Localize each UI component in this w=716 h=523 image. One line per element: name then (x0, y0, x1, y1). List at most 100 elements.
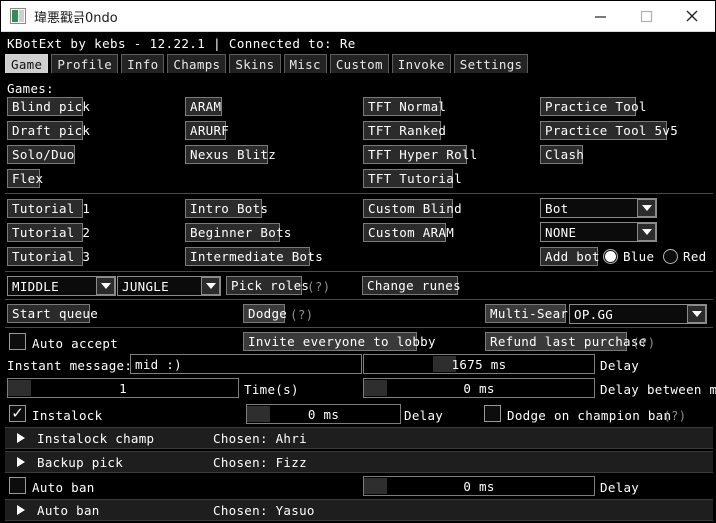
refund-help-icon[interactable]: (?) (632, 335, 655, 350)
delay-between-msg-slider[interactable]: 0 ms (363, 378, 595, 398)
connection-status-text: KBotExt by kebs - 12.22.1 | Connected to… (7, 35, 356, 51)
chevron-right-icon[interactable] (17, 433, 25, 443)
tab-misc[interactable]: Misc (283, 54, 327, 73)
invite-everyone-button[interactable]: Invite everyone to lobby (243, 332, 436, 351)
bot-champion-dropdown-value: Bot (545, 200, 569, 216)
instant-message-input[interactable]: mid :) (130, 354, 362, 374)
dodge-button[interactable]: Dodge (243, 304, 287, 323)
pick-roles-help-icon[interactable]: (?) (307, 279, 330, 294)
tab-invoke[interactable]: Invoke (391, 54, 451, 73)
queue-button-clash[interactable]: Clash (540, 145, 584, 164)
pick-roles-button[interactable]: Pick roles (226, 276, 309, 295)
multi-search-button[interactable]: Multi-Search (485, 304, 584, 323)
auto-ban-champ-name: Auto ban (37, 502, 100, 518)
team-red-radio[interactable] (663, 249, 678, 264)
tab-skins[interactable]: Skins (229, 54, 281, 73)
dodge-help-icon[interactable]: (?) (290, 307, 313, 322)
tab-game[interactable]: Game (5, 54, 49, 73)
close-button[interactable] (669, 1, 715, 31)
tab-champs-label: Champs (173, 56, 221, 72)
times-slider[interactable]: 1 (7, 378, 239, 398)
secondary-role-dropdown[interactable]: JUNGLE (117, 276, 221, 296)
instalock-delay-label: Delay (404, 408, 444, 423)
delay-between-msg-slider-handle[interactable] (364, 380, 387, 396)
auto-ban-delay-slider[interactable]: 0 ms (363, 476, 595, 496)
times-slider-handle[interactable] (8, 380, 31, 396)
dodge-on-champion-ban-help-icon[interactable]: (?) (663, 408, 686, 423)
queue-button-nexus-blitz[interactable]: Nexus Blitz (185, 145, 276, 164)
chevron-down-icon[interactable] (96, 277, 115, 295)
tutorial-button-2[interactable]: Tutorial 2 (7, 223, 90, 242)
bot-difficulty-dropdown[interactable]: NONE (540, 222, 657, 242)
tutorial-button-3[interactable]: Tutorial 3 (7, 247, 90, 266)
custom-blind-button[interactable]: Custom Blind (363, 199, 462, 218)
custom-aram-button[interactable]: Custom ARAM (363, 223, 454, 242)
instalock-label: Instalock (32, 408, 103, 423)
minimize-button[interactable] (577, 1, 623, 31)
chevron-down-icon[interactable] (201, 277, 220, 295)
message-delay-slider[interactable]: 1675 ms (363, 354, 595, 374)
queue-button-practice-tool[interactable]: Practice Tool (540, 97, 646, 116)
games-section-label: Games: (7, 81, 54, 96)
auto-ban-delay-label: Delay (600, 480, 640, 495)
auto-accept-checkbox[interactable] (9, 333, 26, 350)
dodge-on-champion-ban-label: Dodge on champion ban (507, 408, 672, 423)
tab-profile-label: Profile (57, 56, 113, 72)
maximize-button[interactable] (623, 1, 669, 31)
change-runes-button[interactable]: Change runes (362, 276, 461, 295)
queue-button-blind-pick[interactable]: Blind pick (7, 97, 90, 116)
multi-search-site-dropdown[interactable]: OP.GG (569, 304, 707, 324)
backup-pick-row[interactable]: Backup pick Chosen: Fizz (5, 451, 713, 473)
application-window: 瑋悪戳긁0ndo KBotExt by kebs - 12.22.1 | Con… (0, 0, 716, 523)
auto-accept-label: Auto accept (32, 336, 119, 351)
chevron-right-icon[interactable] (17, 505, 25, 515)
queue-button-tft-tutorial[interactable]: TFT Tutorial (363, 169, 462, 188)
bot-button-intermediate[interactable]: Intermediate Bots (185, 247, 323, 266)
title-bar: 瑋悪戳긁0ndo (1, 1, 715, 32)
auto-ban-champ-chosen: Chosen: Yasuo (213, 502, 315, 518)
tutorial-button-1[interactable]: Tutorial 1 (7, 199, 90, 218)
auto-ban-checkbox[interactable] (9, 477, 26, 494)
tab-invoke-label: Invoke (397, 56, 445, 72)
start-queue-button[interactable]: Start queue (7, 304, 98, 323)
divider-bots (5, 271, 713, 272)
instalock-delay-slider-handle[interactable] (247, 406, 270, 422)
instalock-delay-slider[interactable]: 0 ms (246, 404, 401, 424)
queue-button-tft-normal[interactable]: TFT Normal (363, 97, 446, 116)
chevron-down-icon[interactable] (687, 305, 706, 323)
bot-button-beginner[interactable]: Beginner Bots (185, 223, 291, 242)
queue-button-flex[interactable]: Flex (7, 169, 43, 188)
message-delay-label: Delay (600, 358, 640, 373)
auto-ban-delay-slider-handle[interactable] (364, 478, 387, 494)
times-value: 1 (119, 380, 127, 396)
auto-ban-champ-row[interactable]: Auto ban Chosen: Yasuo (5, 499, 713, 521)
bot-button-intro[interactable]: Intro Bots (185, 199, 268, 218)
queue-button-draft-pick[interactable]: Draft pick (7, 121, 90, 140)
tab-champs[interactable]: Champs (167, 54, 227, 73)
dodge-on-champion-ban-checkbox[interactable] (484, 405, 501, 422)
primary-role-dropdown[interactable]: MIDDLE (7, 276, 116, 296)
bot-difficulty-dropdown-value: NONE (545, 224, 577, 240)
app-icon (10, 8, 26, 24)
chevron-right-icon[interactable] (17, 457, 25, 467)
instalock-champ-row[interactable]: Instalock champ Chosen: Ahri (5, 427, 713, 449)
queue-button-tft-ranked[interactable]: TFT Ranked (363, 121, 446, 140)
chevron-down-icon[interactable] (637, 223, 656, 241)
tab-profile[interactable]: Profile (51, 54, 119, 73)
tab-custom[interactable]: Custom (329, 54, 389, 73)
add-bot-button[interactable]: Add bot (540, 247, 599, 266)
tab-info[interactable]: Info (121, 54, 165, 73)
queue-button-solo-duo[interactable]: Solo/Duo (7, 145, 75, 164)
chevron-down-icon[interactable] (637, 199, 656, 217)
tab-settings[interactable]: Settings (453, 54, 529, 73)
instalock-checkbox[interactable]: ✓ (9, 405, 26, 422)
secondary-role-value: JUNGLE (122, 278, 169, 294)
auto-ban-label: Auto ban (32, 480, 95, 495)
queue-button-arurf[interactable]: ARURF (185, 121, 229, 140)
queue-button-practice-tool-5v5[interactable]: Practice Tool 5v5 (540, 121, 678, 140)
refund-last-purchase-button[interactable]: Refund last purchase (485, 332, 646, 351)
queue-button-aram[interactable]: ARAM (185, 97, 222, 116)
queue-button-tft-hyper-roll[interactable]: TFT Hyper Roll (363, 145, 477, 164)
team-blue-radio[interactable] (603, 249, 618, 264)
bot-champion-dropdown[interactable]: Bot (540, 198, 657, 218)
